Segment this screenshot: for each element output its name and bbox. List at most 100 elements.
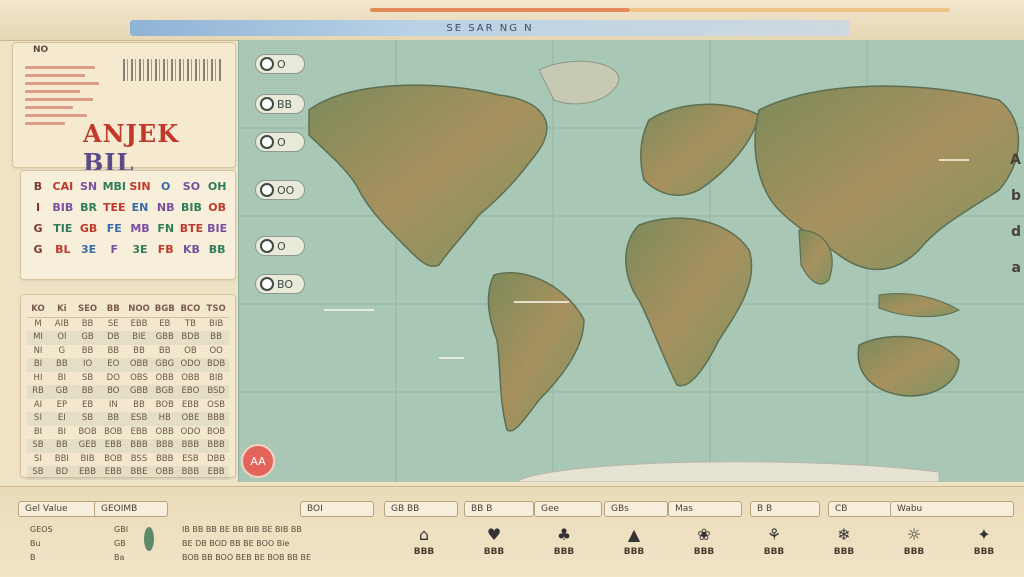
add-marker-button[interactable]: AA — [241, 444, 275, 478]
bottom-tab-2[interactable]: GEOIMB — [94, 501, 168, 517]
table-cell: BI — [33, 359, 43, 369]
bottom-tab-8[interactable]: Mas — [668, 501, 742, 517]
stat-cell: BIE — [207, 222, 228, 235]
table-row[interactable]: M AIB BB SE EBB EB TB BIB — [27, 318, 229, 332]
stat-cell: SO — [182, 180, 201, 193]
legend-item[interactable]: ♥ BBB — [474, 525, 514, 557]
table-cell: ODO — [180, 359, 201, 369]
stat-cell: MB — [130, 222, 150, 235]
map-tool-locate[interactable]: OO — [255, 180, 305, 200]
table-cell: BO — [107, 386, 120, 396]
legend-item[interactable]: ⚘ BBB — [754, 525, 794, 557]
add-marker-label: AA — [250, 454, 266, 468]
legend-item[interactable]: ☼ BBB — [894, 525, 934, 557]
stat-cell: SIN — [129, 180, 151, 193]
map-view[interactable]: O BB O OO O BO A b d a AA — [238, 40, 1024, 482]
bottom-tab-6[interactable]: Gee — [534, 501, 602, 517]
legend-item[interactable]: ♣ BBB — [544, 525, 584, 557]
bottom-tab-5[interactable]: BB B — [464, 501, 534, 517]
map-tool-filter[interactable]: BO — [255, 274, 305, 294]
table-row[interactable]: BI BB IO EO OBB GBG ODO BDB — [27, 358, 229, 372]
table-header-cell: TSO — [206, 304, 226, 314]
legend-label: BBB — [903, 547, 925, 557]
table-row[interactable]: SB BD EBB EBB BBE OBB BBB EBB — [27, 466, 229, 480]
legend-item[interactable]: ❄ BBB — [824, 525, 864, 557]
table-cell: BBB — [155, 453, 174, 464]
meta-left-1: GEOS — [30, 525, 53, 534]
map-tool-label: O — [277, 135, 286, 149]
bottom-tab-3[interactable]: BOI — [300, 501, 374, 517]
stat-cell: MBI — [102, 180, 126, 193]
stat-cell: BL — [55, 243, 71, 256]
table-header-row: KO Ki SEO BB NOO BGB BCO TSO — [27, 303, 229, 318]
stat-cell: OH — [207, 180, 227, 193]
layers-icon — [260, 57, 274, 71]
table-cell: BIE — [132, 332, 146, 342]
meta-left-2: Bu — [30, 539, 41, 548]
table-cell: BBB — [130, 440, 148, 450]
legend-label: BBB — [833, 547, 855, 557]
bottom-tab-7[interactable]: GBs — [604, 501, 668, 517]
stat-cell: NB — [156, 201, 175, 214]
map-tool-zoom-out[interactable]: O — [255, 132, 305, 152]
stat-cell: TEE — [103, 201, 126, 214]
table-cell: EI — [57, 413, 66, 423]
meta-row-3: BOB BB BOO BEB BE BOB BB BE — [182, 553, 312, 562]
meta-left-3: B — [30, 553, 36, 562]
table-row[interactable]: SB BB GEB EBB BBB BBB BBB BBB — [27, 439, 229, 453]
stat-cell: BB — [208, 243, 226, 256]
continent-indonesia — [878, 292, 961, 317]
measure-icon — [260, 239, 274, 253]
bottom-tab-1[interactable]: Gel Value — [18, 501, 100, 517]
legend-label: BBB — [483, 547, 505, 557]
continent-greenland — [538, 60, 620, 105]
legend-item[interactable]: ✦ BBB — [964, 525, 1004, 557]
table-cell: OBB — [129, 359, 149, 369]
continent-australia — [857, 335, 960, 397]
table-cell: BIB — [80, 453, 95, 464]
table-cell: DBB — [207, 453, 226, 464]
map-tool-zoom-in[interactable]: BB — [255, 94, 305, 114]
table-cell: GBB — [155, 332, 174, 342]
continent-north-america — [308, 84, 548, 267]
table-row[interactable]: SI BBI BIB BOB BSS BBB ESB DBB — [27, 453, 229, 467]
summary-card: NO ANJEK BIL — [12, 42, 236, 177]
table-header-cell: BB — [106, 304, 120, 314]
table-cell: BOB — [104, 426, 123, 437]
left-sidebar: NO ANJEK BIL B CAI SN MBI SIN O SO OH I BIB BR TEE E… — [12, 40, 236, 480]
map-tool-measure[interactable]: O — [255, 236, 305, 256]
table-cell: TB — [184, 318, 196, 329]
map-tool-layers[interactable]: O — [255, 54, 305, 74]
table-cell: SB — [81, 372, 94, 383]
bottom-tab-9[interactable]: B B — [750, 501, 820, 517]
table-cell: OBS — [130, 372, 148, 383]
table-row[interactable]: MI Ol GB DB BIE GBB BDB BB — [27, 331, 229, 345]
stat-row-label: G — [33, 222, 43, 235]
bottom-tab-4[interactable]: GB BB — [384, 501, 458, 517]
table-row[interactable]: AI EP EB IN BB BOB EBB OSB — [27, 399, 229, 413]
table-row[interactable]: BI BI BOB BOB EBB OBB ODO BOB — [27, 426, 229, 440]
table-row[interactable]: RB GB BB BO GBB BGB EBO BSD — [27, 385, 229, 399]
legend-item[interactable]: ❀ BBB — [684, 525, 724, 557]
table-row[interactable]: NI G BB BB BB BB OB OO — [27, 345, 229, 359]
bottom-tab-11[interactable]: Wabu — [890, 501, 1014, 517]
bottom-tab-10[interactable]: CB — [828, 501, 892, 517]
stat-cell: BTE — [179, 222, 204, 235]
table-row[interactable]: HI BI SB DO OBS OBB OBB BIB — [27, 372, 229, 386]
legend-item[interactable]: ⌂ BBB — [404, 525, 444, 557]
table-cell: OBB — [155, 467, 174, 477]
legend-label: BBB — [763, 547, 785, 557]
table-cell: RB — [32, 386, 44, 396]
table-cell: ESB — [130, 413, 148, 423]
table-cell: HI — [33, 372, 43, 383]
meta-left2-3: Ba — [114, 553, 125, 562]
table-cell: AIB — [54, 318, 69, 329]
table-cell: OBE — [181, 413, 200, 423]
table-row[interactable]: SI EI SB BB ESB HB OBE BBB — [27, 412, 229, 426]
legend-item[interactable]: ▲ BBB — [614, 525, 654, 557]
table-header-cell: BCO — [180, 304, 201, 314]
table-cell: EBB — [104, 467, 122, 477]
table-cell: BDB — [207, 359, 226, 369]
table-cell: BD — [55, 467, 69, 477]
bottom-panel: Gel Value GEOIMB BOI GB BB BB B Gee GBs … — [0, 486, 1024, 577]
